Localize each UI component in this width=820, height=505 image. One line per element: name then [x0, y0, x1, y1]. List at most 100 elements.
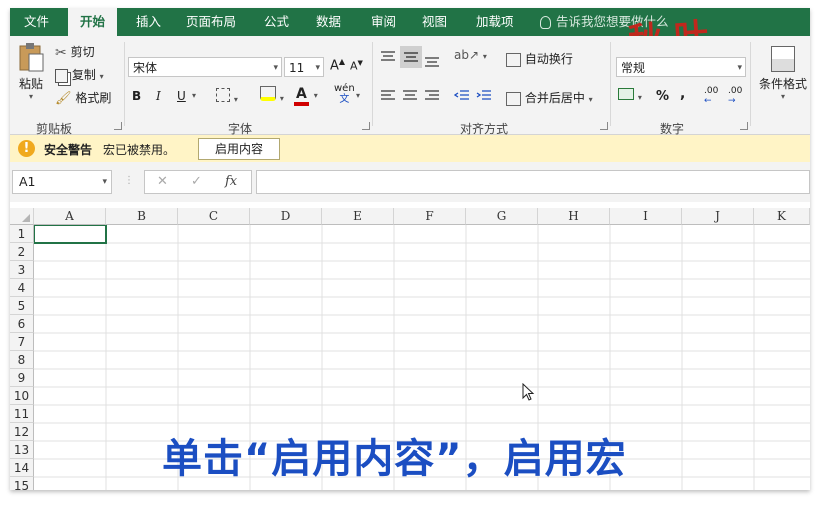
column-header[interactable]: J: [682, 208, 754, 225]
tab-insert[interactable]: 插入: [136, 8, 161, 36]
decrease-indent-button[interactable]: [453, 90, 470, 105]
column-header[interactable]: D: [250, 208, 322, 225]
row-header[interactable]: 1: [10, 225, 34, 243]
tab-review[interactable]: 审阅: [371, 8, 396, 36]
align-bottom-icon: [425, 57, 439, 67]
column-header[interactable]: K: [754, 208, 810, 225]
merge-center-button[interactable]: 合并后居中 ▾: [506, 89, 593, 106]
row-header[interactable]: 3: [10, 261, 34, 279]
cut-button[interactable]: ✂ 剪切: [55, 43, 95, 61]
name-box[interactable]: A1 ▾: [12, 170, 112, 194]
tutorial-caption: 单击“启用内容”，启用宏: [162, 436, 627, 482]
underline-button[interactable]: U: [177, 89, 186, 103]
tab-file[interactable]: 文件: [24, 8, 49, 36]
row-header[interactable]: 15: [10, 477, 34, 490]
column-header[interactable]: I: [610, 208, 682, 225]
column-header[interactable]: H: [538, 208, 610, 225]
format-painter-button[interactable]: 🖌 格式刷: [55, 89, 111, 106]
italic-button[interactable]: I: [156, 89, 161, 103]
wrap-text-icon: [506, 52, 521, 67]
security-warning-title: 安全警告: [44, 143, 93, 157]
wrap-text-button[interactable]: 自动换行: [506, 50, 573, 67]
row-header[interactable]: 14: [10, 459, 34, 477]
orientation-button[interactable]: ab↗ ▾: [454, 48, 487, 62]
wrap-text-label: 自动换行: [524, 52, 573, 66]
percent-button[interactable]: %: [656, 89, 669, 104]
cancel-icon[interactable]: ✕: [157, 174, 168, 189]
row-header[interactable]: 6: [10, 315, 34, 333]
row-header[interactable]: 9: [10, 369, 34, 387]
phonetic-label: wén: [334, 83, 355, 94]
number-format-select[interactable]: 常规 ▾: [616, 57, 746, 77]
border-icon: [216, 88, 230, 102]
column-header[interactable]: B: [106, 208, 178, 225]
enable-content-button[interactable]: 启用内容: [198, 138, 280, 160]
align-middle-button[interactable]: [400, 46, 422, 68]
font-size-select[interactable]: 11 ▾: [284, 57, 324, 77]
font-launcher-icon[interactable]: [362, 122, 370, 130]
row-header[interactable]: 7: [10, 333, 34, 351]
increase-indent-button[interactable]: [476, 90, 492, 105]
phonetic-button[interactable]: wén 文: [334, 83, 355, 105]
tab-view[interactable]: 视图: [422, 8, 447, 36]
tab-addins[interactable]: 加载项: [476, 8, 514, 36]
row-header[interactable]: 10: [10, 387, 34, 405]
align-right-button[interactable]: [424, 90, 440, 105]
alignment-launcher-icon[interactable]: [600, 122, 608, 130]
decrease-decimal-button[interactable]: .00 →: [728, 86, 742, 106]
row-header[interactable]: 11: [10, 405, 34, 423]
column-header[interactable]: G: [466, 208, 538, 225]
shrink-font-button[interactable]: A▼: [350, 59, 363, 73]
column-header[interactable]: A: [34, 208, 106, 225]
brush-icon: 🖌: [55, 91, 72, 106]
row-header[interactable]: 12: [10, 423, 34, 441]
font-color-button[interactable]: A ▾: [294, 86, 318, 106]
chevron-down-icon[interactable]: ▾: [192, 91, 196, 100]
align-center-button[interactable]: [402, 90, 418, 105]
row-header[interactable]: 4: [10, 279, 34, 297]
number-launcher-icon[interactable]: [740, 122, 748, 130]
tab-data[interactable]: 数据: [316, 8, 341, 36]
font-name-select[interactable]: 宋体 ▾: [128, 57, 282, 77]
align-top-button[interactable]: [380, 50, 396, 67]
formula-input[interactable]: [256, 170, 810, 194]
clipboard-launcher-icon[interactable]: [114, 122, 122, 130]
security-warning-bar: ! 安全警告 宏已被禁用。 启用内容: [10, 135, 810, 163]
align-left-button[interactable]: [380, 90, 396, 105]
row-header[interactable]: 8: [10, 351, 34, 369]
confirm-icon[interactable]: ✓: [191, 174, 202, 189]
fill-color-button[interactable]: ▾: [260, 86, 284, 104]
decrease-decimal-label: .00: [728, 86, 743, 96]
copy-button[interactable]: 复制 ▾: [55, 66, 104, 83]
border-button[interactable]: ▾: [216, 88, 238, 105]
divider: [750, 42, 751, 126]
column-header[interactable]: E: [322, 208, 394, 225]
row-header[interactable]: 13: [10, 441, 34, 459]
select-all-corner[interactable]: [10, 208, 34, 225]
align-bottom-button[interactable]: [424, 54, 440, 71]
conditional-format-button[interactable]: 条件格式 ▾: [756, 46, 810, 101]
insert-function-button[interactable]: fx: [225, 174, 237, 189]
comma-button[interactable]: ,: [680, 86, 685, 102]
tab-home[interactable]: 开始: [68, 8, 118, 36]
column-header[interactable]: F: [394, 208, 466, 225]
increase-decimal-button[interactable]: .00 ←: [704, 86, 718, 106]
bold-button[interactable]: B: [132, 89, 141, 103]
more-options-icon: ⋮: [124, 175, 134, 186]
tab-formulas[interactable]: 公式: [264, 8, 289, 36]
accounting-format-button[interactable]: ▾: [618, 88, 642, 103]
row-header[interactable]: 2: [10, 243, 34, 261]
chevron-down-icon: ▾: [780, 92, 785, 101]
warning-icon: !: [18, 140, 35, 157]
align-left-icon: [381, 90, 395, 100]
grow-font-button[interactable]: A▲: [330, 57, 345, 73]
cut-label: 剪切: [70, 45, 95, 59]
row-header[interactable]: 5: [10, 297, 34, 315]
chevron-down-icon: ▾: [737, 63, 742, 73]
tab-page-layout[interactable]: 页面布局: [186, 8, 236, 36]
chevron-down-icon[interactable]: ▾: [356, 91, 360, 100]
chevron-down-icon: ▾: [273, 63, 278, 73]
paste-button[interactable]: 粘贴 ▾: [16, 42, 46, 101]
chevron-down-icon: ▾: [99, 72, 104, 81]
column-header[interactable]: C: [178, 208, 250, 225]
